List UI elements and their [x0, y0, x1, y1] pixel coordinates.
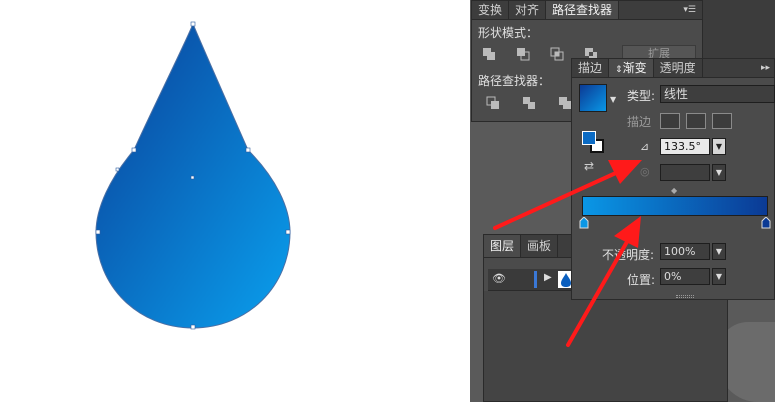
- opacity-label: 不透明度:: [602, 248, 655, 262]
- swatch-dropdown-icon[interactable]: ▼: [610, 95, 616, 104]
- tab-gradient[interactable]: ⇕渐变: [609, 59, 654, 77]
- aspect-ratio-input[interactable]: [660, 164, 710, 181]
- angle-input[interactable]: 133.5°: [660, 138, 710, 155]
- intersect-icon[interactable]: [550, 47, 564, 61]
- reverse-gradient-icon[interactable]: ⇄: [584, 159, 594, 173]
- tab-stroke[interactable]: 描边: [572, 59, 610, 77]
- shape-modes-label: 形状模式：: [478, 26, 539, 40]
- panel-collapse-icon[interactable]: ▸▸: [761, 59, 774, 77]
- panel-menu-icon[interactable]: ▾☰: [683, 1, 702, 19]
- gradient-stop-start[interactable]: [579, 217, 589, 229]
- gradient-swatch[interactable]: [579, 84, 607, 112]
- location-label: 位置:: [627, 273, 656, 287]
- stroke-gradient-buttons: [660, 113, 732, 129]
- fill-stroke-indicator[interactable]: [582, 131, 606, 155]
- tab-layers[interactable]: 图层: [484, 235, 522, 257]
- gradient-panel: 描边 ⇕渐变 透明度 ▸▸ ▼ 类型: 线性 描边 ⊿ 133.5° ▼ ⇄ ◎…: [571, 58, 775, 300]
- pathfinder-buttons: [486, 96, 572, 110]
- updown-icon: ⇕: [615, 65, 623, 75]
- stroke-along-icon[interactable]: [686, 113, 706, 129]
- angle-dropdown-icon[interactable]: ▼: [712, 138, 726, 155]
- angle-icon: ⊿: [640, 140, 650, 153]
- gradient-tabbar: 描边 ⇕渐变 透明度 ▸▸: [572, 59, 774, 78]
- opacity-dropdown-icon[interactable]: ▼: [712, 243, 726, 260]
- aspect-ratio-dropdown-icon[interactable]: ▼: [712, 164, 726, 181]
- tab-transparency[interactable]: 透明度: [654, 59, 703, 77]
- water-drop-shape[interactable]: [80, 18, 310, 338]
- trim-icon[interactable]: [522, 96, 536, 110]
- expand-arrow-icon[interactable]: ▶: [544, 272, 552, 283]
- layers-list-area: [484, 291, 727, 401]
- tab-align[interactable]: 对齐: [509, 1, 547, 19]
- minus-front-icon[interactable]: [516, 47, 530, 61]
- tab-artboards[interactable]: 画板: [521, 235, 559, 257]
- resize-grip[interactable]: [676, 295, 694, 298]
- location-input[interactable]: 0%: [660, 268, 710, 285]
- pathfinders-label: 路径查找器：: [478, 74, 551, 88]
- gradient-slider[interactable]: [582, 196, 768, 216]
- unite-icon[interactable]: [482, 47, 496, 61]
- workspace-dark-area: [703, 0, 775, 60]
- stroke-across-icon[interactable]: [712, 113, 732, 129]
- opacity-input[interactable]: 100%: [660, 243, 710, 260]
- fill-box[interactable]: [582, 131, 596, 145]
- merge-icon[interactable]: [558, 96, 572, 110]
- tab-pathfinder[interactable]: 路径查找器: [546, 1, 620, 19]
- tab-gradient-label: 渐变: [622, 61, 647, 75]
- divide-icon[interactable]: [486, 96, 500, 110]
- pathfinder-tabbar: 变换 对齐 路径查找器 ▾☰: [472, 1, 702, 20]
- tab-transform[interactable]: 变换: [472, 1, 510, 19]
- type-label: 类型:: [627, 89, 656, 103]
- visibility-eye-icon[interactable]: 👁: [492, 272, 506, 285]
- stroke-label: 描边: [627, 115, 652, 129]
- stroke-within-icon[interactable]: [660, 113, 680, 129]
- type-select[interactable]: 线性: [660, 85, 775, 103]
- layer-color-bar: [534, 271, 537, 288]
- gradient-midpoint-icon[interactable]: ◆: [671, 186, 677, 195]
- gradient-stop-end[interactable]: [761, 217, 771, 229]
- aspect-ratio-icon: ◎: [640, 165, 650, 178]
- location-dropdown-icon[interactable]: ▼: [712, 268, 726, 285]
